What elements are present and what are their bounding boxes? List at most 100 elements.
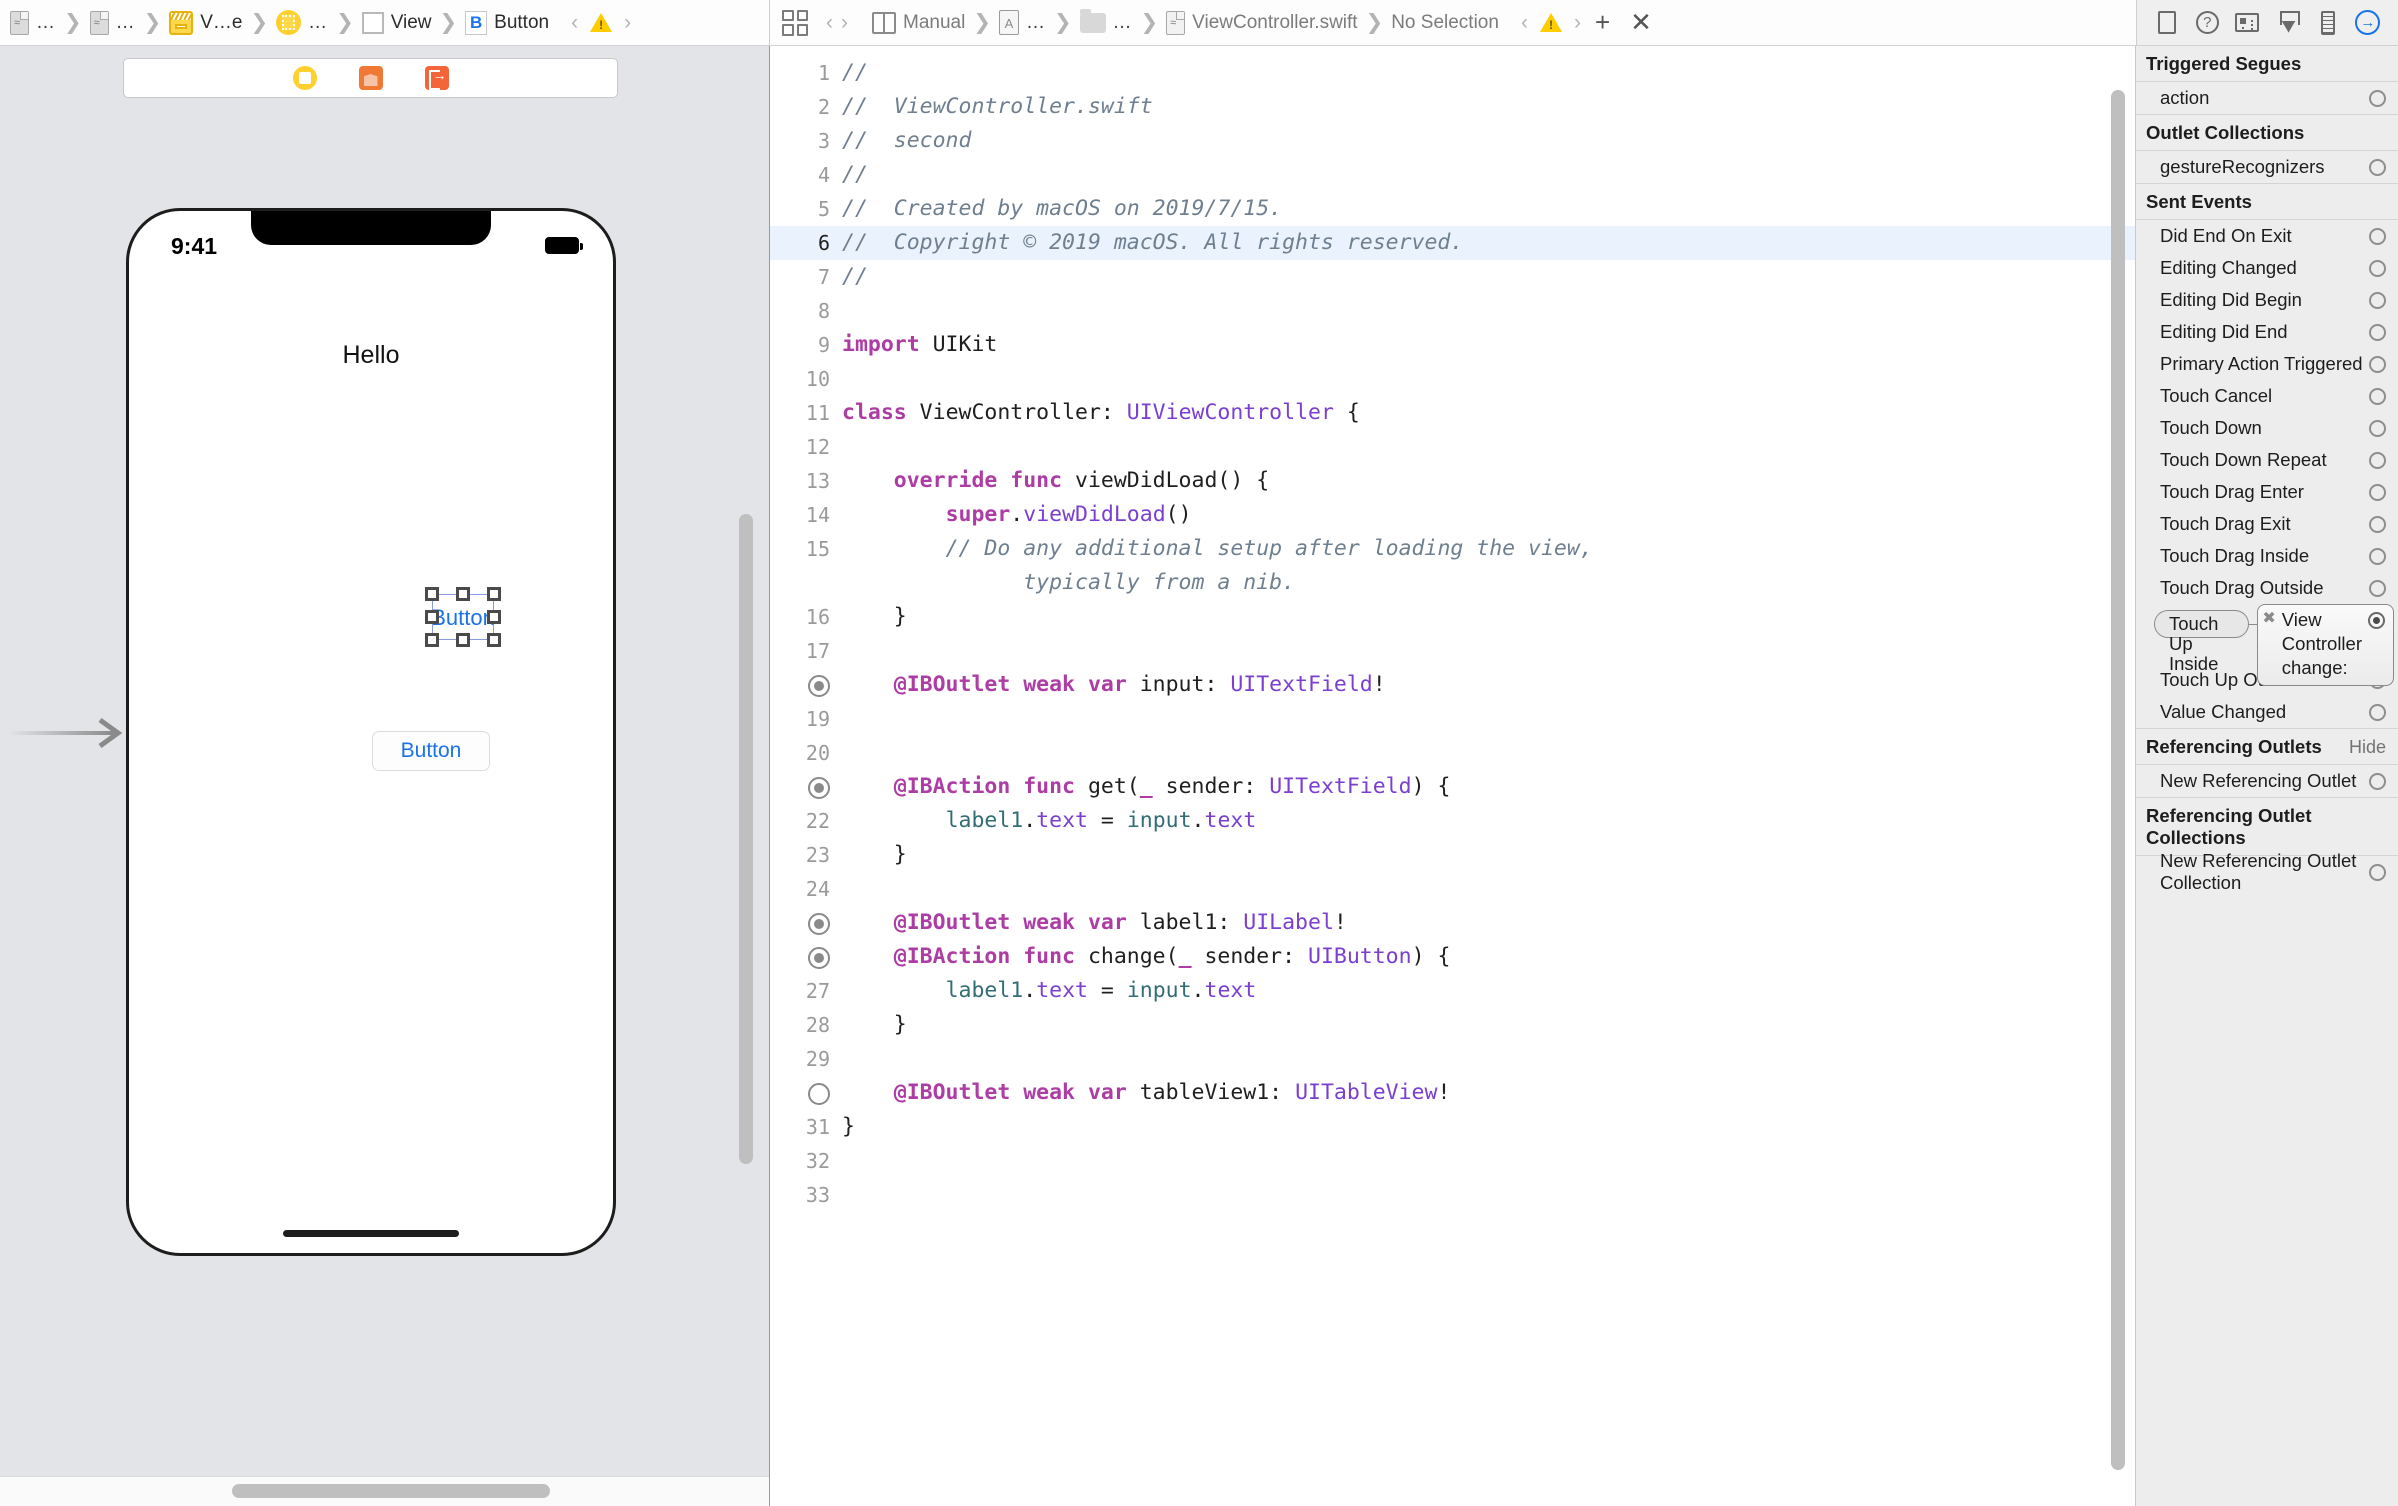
- quick-help-icon[interactable]: ?: [2194, 10, 2220, 36]
- identity-inspector-icon[interactable]: [2234, 10, 2260, 36]
- view-controller-placeholder-icon[interactable]: [292, 66, 317, 90]
- ib-connection-filled-icon[interactable]: [770, 770, 842, 804]
- connection-well[interactable]: [2369, 419, 2386, 437]
- inspector-row[interactable]: gestureRecognizers: [2136, 151, 2398, 183]
- canvas-horizontal-scrollbar[interactable]: [0, 1476, 769, 1506]
- code-line[interactable]: 22 label1.text = input.text: [770, 804, 2135, 838]
- hide-button[interactable]: Hide: [2349, 737, 2386, 758]
- close-editor-button[interactable]: ✕: [1620, 7, 1662, 38]
- code-line[interactable]: 24: [770, 872, 2135, 906]
- breadcrumb-folder[interactable]: …: [1076, 8, 1137, 36]
- inspector-row[interactable]: New Referencing Outlet Collection: [2136, 850, 2398, 893]
- code-line[interactable]: 33: [770, 1178, 2135, 1212]
- add-editor-button[interactable]: +: [1585, 7, 1620, 38]
- connection-well[interactable]: [2369, 515, 2386, 533]
- issue-previous-button[interactable]: ‹: [1517, 11, 1532, 35]
- connection-well[interactable]: [2368, 612, 2385, 629]
- inspector-row[interactable]: Touch Drag Inside: [2136, 540, 2398, 572]
- code-line[interactable]: 17: [770, 634, 2135, 668]
- resize-handle-middle-right[interactable]: [487, 610, 501, 624]
- breadcrumb-manual[interactable]: Manual: [868, 10, 969, 36]
- connection-well[interactable]: [2369, 703, 2386, 721]
- connection-well[interactable]: [2369, 323, 2386, 341]
- connection-well[interactable]: [2369, 772, 2386, 790]
- code-line[interactable]: 13 override func viewDidLoad() {: [770, 464, 2135, 498]
- ib-connection-filled-icon[interactable]: [770, 940, 842, 974]
- size-inspector-icon[interactable]: [2315, 10, 2341, 36]
- breadcrumb-storyboard[interactable]: V…e: [165, 9, 246, 37]
- warning-triangle-icon[interactable]: [1539, 13, 1562, 32]
- connections-inspector[interactable]: Triggered Segues action Outlet Collections…: [2136, 46, 2398, 1506]
- code-line[interactable]: 9 import UIKit: [770, 328, 2135, 362]
- warning-triangle-icon[interactable]: [590, 13, 613, 32]
- inspector-row[interactable]: New Referencing Outlet: [2136, 765, 2398, 797]
- code-line[interactable]: 23 }: [770, 838, 2135, 872]
- inspector-row[interactable]: Editing Changed: [2136, 252, 2398, 284]
- connection-well[interactable]: [2369, 863, 2386, 881]
- connection-target-box[interactable]: ✖ View Controller change:: [2257, 604, 2394, 686]
- breadcrumb-swift-file[interactable]: ≈ ViewController.swift: [1162, 9, 1361, 37]
- resize-handle-middle-left[interactable]: [425, 610, 439, 624]
- source-editor[interactable]: 1 // 2 // ViewController.swift 3 // second 4 //…: [770, 46, 2136, 1506]
- code-line[interactable]: 1 //: [770, 56, 2135, 90]
- code-line[interactable]: 4 //: [770, 158, 2135, 192]
- navigate-back-button[interactable]: ‹: [822, 11, 837, 35]
- connection-well[interactable]: [2369, 259, 2386, 277]
- breadcrumb-no-selection[interactable]: No Selection: [1387, 10, 1503, 36]
- connection-well[interactable]: [2369, 579, 2386, 597]
- inspector-row[interactable]: Value Changed: [2136, 696, 2398, 728]
- connections-inspector-icon[interactable]: →: [2355, 10, 2381, 36]
- code-line[interactable]: 8: [770, 294, 2135, 328]
- ib-connection-filled-icon[interactable]: [770, 668, 842, 702]
- navigate-forward-button[interactable]: ›: [837, 11, 852, 35]
- interface-builder-canvas[interactable]: 9:41 Hello Button Button: [0, 46, 770, 1506]
- inspector-row[interactable]: Touch Down Repeat: [2136, 444, 2398, 476]
- breadcrumb-view[interactable]: View: [358, 10, 436, 36]
- code-line[interactable]: 29: [770, 1042, 2135, 1076]
- resize-handle-top-center[interactable]: [456, 587, 470, 601]
- code-line[interactable]: 15 // Do any additional setup after load…: [770, 532, 2135, 600]
- selected-button[interactable]: Button: [431, 605, 495, 631]
- connection-well[interactable]: [2369, 158, 2386, 176]
- code-line[interactable]: 14 super.viewDidLoad(): [770, 498, 2135, 532]
- inspector-row[interactable]: Primary Action Triggered: [2136, 348, 2398, 380]
- code-line[interactable]: 10: [770, 362, 2135, 396]
- breadcrumb-view-controller[interactable]: …: [272, 8, 332, 37]
- connection-well[interactable]: [2369, 483, 2386, 501]
- exit-icon[interactable]: [424, 66, 449, 90]
- issue-next-button[interactable]: ›: [620, 11, 635, 35]
- code-line[interactable]: @IBOutlet weak var input: UITextField!: [770, 668, 2135, 702]
- connection-well[interactable]: [2369, 547, 2386, 565]
- first-responder-icon[interactable]: [358, 66, 383, 90]
- code-line[interactable]: 20: [770, 736, 2135, 770]
- code-line[interactable]: @IBOutlet weak var label1: UILabel!: [770, 906, 2135, 940]
- connection-event-pill[interactable]: Touch Up Inside: [2154, 610, 2249, 674]
- code-line[interactable]: 12: [770, 430, 2135, 464]
- code-line[interactable]: 6 // Copyright © 2019 macOS. All rights r…: [770, 226, 2135, 260]
- code-line[interactable]: @IBAction func get(_ sender: UITextField…: [770, 770, 2135, 804]
- resize-handle-bottom-center[interactable]: [456, 633, 470, 647]
- issue-previous-button[interactable]: ‹: [567, 11, 582, 35]
- code-line[interactable]: 3 // second: [770, 124, 2135, 158]
- inspector-row[interactable]: Editing Did Begin: [2136, 284, 2398, 316]
- connection-well[interactable]: [2369, 387, 2386, 405]
- breadcrumb-assets[interactable]: A …: [995, 8, 1050, 37]
- resize-handle-bottom-left[interactable]: [425, 633, 439, 647]
- connection-well[interactable]: [2369, 89, 2386, 107]
- code-line[interactable]: 28 }: [770, 1008, 2135, 1042]
- inspector-row[interactable]: Touch Cancel: [2136, 380, 2398, 412]
- ib-connection-empty-icon[interactable]: [770, 1076, 842, 1110]
- breadcrumb-button[interactable]: B Button: [461, 9, 553, 37]
- scrollbar-thumb[interactable]: [232, 1484, 550, 1498]
- issue-next-button[interactable]: ›: [1570, 11, 1585, 35]
- code-line[interactable]: 7 //: [770, 260, 2135, 294]
- resize-handle-top-right[interactable]: [487, 587, 501, 601]
- disconnect-icon[interactable]: ✖: [2262, 608, 2275, 630]
- inspector-row[interactable]: Touch Drag Outside: [2136, 572, 2398, 604]
- connection-well[interactable]: [2369, 291, 2386, 309]
- related-items-grid-icon[interactable]: [782, 9, 808, 36]
- connection-well[interactable]: [2369, 355, 2386, 373]
- device-preview[interactable]: 9:41 Hello Button Button: [126, 208, 616, 1256]
- inspector-row[interactable]: Touch Drag Exit: [2136, 508, 2398, 540]
- resize-handle-top-left[interactable]: [425, 587, 439, 601]
